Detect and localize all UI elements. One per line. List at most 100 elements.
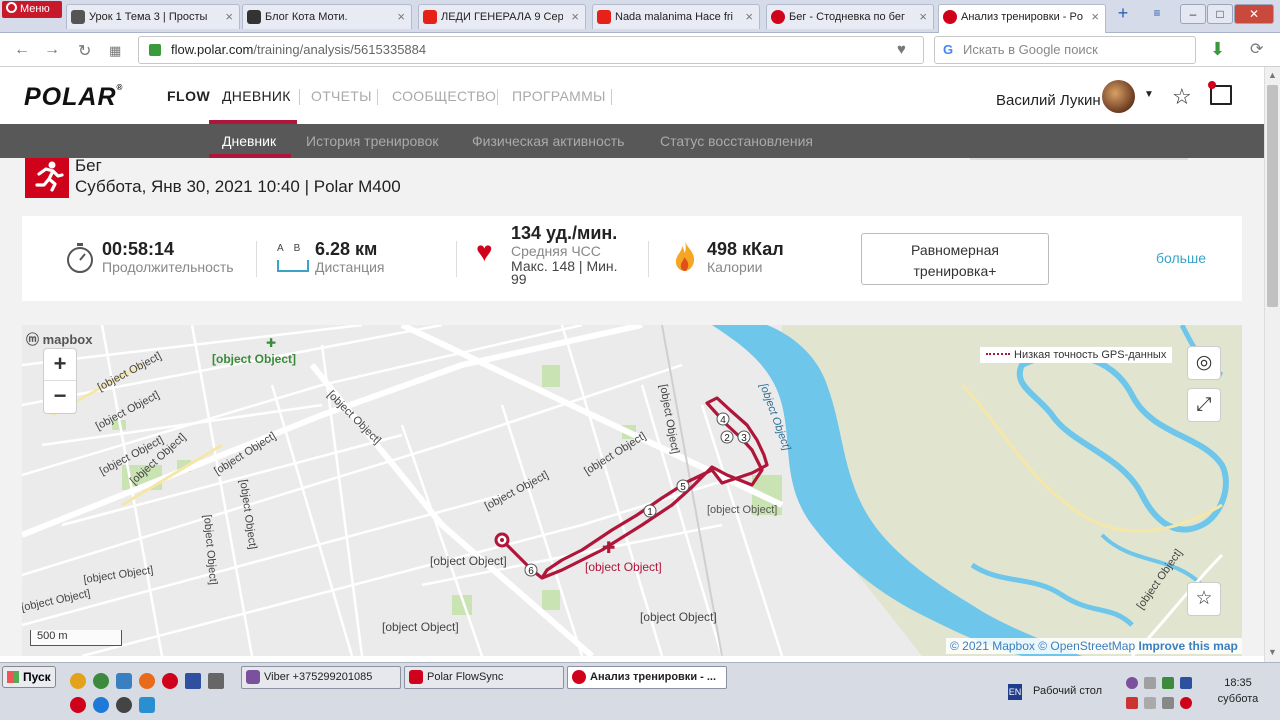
chrome-icon[interactable] — [93, 673, 109, 689]
reload-icon[interactable]: ↻ — [78, 41, 91, 61]
locate-icon[interactable]: ◎ — [1188, 347, 1220, 379]
bookmark-heart-icon[interactable]: ♥ — [897, 42, 915, 57]
zoom-out-button[interactable]: − — [44, 381, 76, 413]
opera-tray-icon[interactable] — [1180, 697, 1192, 709]
tab-menu-icon[interactable]: ≡ — [1144, 4, 1170, 24]
clock[interactable]: 18:35 суббота — [1210, 675, 1266, 707]
map-scale: 500 m — [30, 630, 122, 646]
tray-icon[interactable] — [1162, 677, 1174, 689]
nav-programs[interactable]: ПРОГРАММЫ — [512, 88, 606, 104]
minimize-icon[interactable]: – — [1180, 4, 1206, 24]
taskbar-browser[interactable]: Анализ тренировки - ... — [567, 666, 727, 689]
quicklaunch-icon[interactable] — [116, 673, 132, 689]
forward-icon[interactable]: → — [44, 41, 60, 59]
taskbar-viber[interactable]: Viber +375299201085 — [241, 666, 401, 689]
maximize-icon[interactable]: □ — [1207, 4, 1233, 24]
polar-logo[interactable]: POLAR® — [24, 83, 123, 112]
page-scrollbar[interactable]: ▲ ▼ — [1264, 67, 1280, 662]
download-icon[interactable]: ⬇ — [1210, 39, 1225, 60]
browser-tab[interactable]: Nada malanima Hace fri × — [592, 4, 760, 29]
flame-icon — [674, 240, 696, 277]
session-datetime: Суббота, Янв 30, 2021 10:40 | Polar M400 — [75, 177, 401, 196]
mapbox-logo[interactable]: ⓜ mapbox — [26, 329, 92, 348]
tab-close-icon[interactable]: × — [225, 5, 233, 29]
browser-tab[interactable]: Урок 1 Тема 3 | Просты × — [66, 4, 240, 29]
youtube-icon — [597, 10, 611, 24]
viber-icon — [246, 670, 260, 684]
subnav-history[interactable]: История тренировок — [306, 133, 438, 149]
training-benefit-button[interactable]: Равномерная тренировка+ — [861, 233, 1049, 285]
zoom-in-button[interactable]: + — [44, 349, 76, 381]
viber-tray-icon[interactable] — [1126, 677, 1138, 689]
scroll-thumb[interactable] — [1267, 85, 1278, 307]
tab-close-icon[interactable]: × — [397, 5, 405, 29]
scroll-up-icon[interactable]: ▲ — [1268, 70, 1277, 80]
avatar[interactable] — [1102, 80, 1135, 113]
save-icon[interactable] — [185, 673, 201, 689]
url-field[interactable]: flow.polar.com/training/analysis/5615335… — [138, 36, 924, 64]
mapbox-link[interactable]: © 2021 Mapbox — [950, 639, 1035, 653]
desktop-toolbar[interactable]: Рабочий стол — [1033, 685, 1102, 697]
speed-dial-icon[interactable]: ▦ — [109, 43, 121, 59]
language-indicator[interactable]: EN — [1008, 684, 1022, 700]
map-label: [object Object] — [585, 560, 662, 574]
subnav-activity[interactable]: Физическая активность — [472, 133, 624, 149]
map-attribution: © 2021 Mapbox © OpenStreetMap Improve th… — [946, 638, 1242, 654]
yandex-icon[interactable] — [70, 697, 86, 713]
taskbar-flowsync[interactable]: Polar FlowSync — [404, 666, 564, 689]
back-icon[interactable]: ← — [14, 41, 30, 59]
tab-close-icon[interactable]: × — [745, 5, 753, 29]
notification-dot — [1208, 81, 1216, 89]
nav-divider — [299, 89, 300, 105]
browser-menu-button[interactable]: Меню — [2, 1, 62, 18]
tray-icon[interactable] — [1144, 677, 1156, 689]
tab-close-icon[interactable]: × — [919, 5, 927, 29]
route-map[interactable]: 1 2 3 4 5 6 [object Object] [object Obje… — [22, 325, 1242, 656]
quicklaunch-icon[interactable] — [139, 697, 155, 713]
firefox-icon[interactable] — [139, 673, 155, 689]
search-field[interactable]: G Искать в Google поиск — [934, 36, 1196, 64]
media-player-icon[interactable] — [116, 697, 132, 713]
star-icon[interactable]: ☆ — [1172, 84, 1192, 110]
start-button[interactable]: Пуск — [2, 666, 56, 688]
km-marker: 1 — [647, 507, 653, 518]
nav-reports[interactable]: ОТЧЕТЫ — [311, 88, 372, 104]
more-link[interactable]: больше — [1156, 250, 1206, 266]
browser-tab-active[interactable]: Анализ тренировки - Po × — [938, 4, 1106, 33]
subnav-diary[interactable]: Дневник — [222, 133, 276, 149]
osm-link[interactable]: © OpenStreetMap — [1038, 639, 1135, 653]
tray-icon[interactable] — [1144, 697, 1156, 709]
browser-tab[interactable]: ЛЕДИ ГЕНЕРАЛА 9 Сери × — [418, 4, 586, 29]
nav-community[interactable]: СООБЩЕСТВО — [392, 88, 496, 104]
update-icon[interactable]: ⟳ — [1250, 39, 1263, 59]
browser-tab[interactable]: Бег - Стодневка по бег × — [766, 4, 934, 29]
browser-tab-bar: Меню Урок 1 Тема 3 | Просты × Блог Кота М… — [0, 0, 1280, 33]
subnav-recovery[interactable]: Статус восстановления — [660, 133, 813, 149]
favorite-route-star-icon[interactable]: ☆ — [1188, 583, 1220, 615]
ie-icon[interactable] — [93, 697, 109, 713]
heart-icon: ♥ — [476, 236, 493, 267]
calculator-icon[interactable] — [208, 673, 224, 689]
antivirus-icon[interactable] — [1126, 697, 1138, 709]
distance-label: Дистанция — [315, 259, 385, 275]
tab-close-icon[interactable]: × — [1091, 5, 1099, 29]
close-window-icon[interactable]: ✕ — [1234, 4, 1274, 24]
tab-close-icon[interactable]: × — [571, 5, 579, 29]
scroll-down-icon[interactable]: ▼ — [1268, 647, 1277, 657]
nav-diary[interactable]: ДНЕВНИК — [222, 88, 291, 104]
chevron-down-icon[interactable]: ▼ — [1144, 89, 1154, 100]
hr-avg-label: Средняя ЧСС — [511, 243, 601, 259]
lock-icon — [149, 44, 161, 56]
quicklaunch-icon[interactable] — [70, 673, 86, 689]
volume-icon[interactable] — [1162, 697, 1174, 709]
divider — [256, 241, 257, 277]
opera-icon[interactable] — [162, 673, 178, 689]
network-icon[interactable] — [1180, 677, 1192, 689]
browser-tab[interactable]: Блог Кота Моти. × — [242, 4, 412, 29]
improve-map-link[interactable]: Improve this map — [1138, 639, 1237, 653]
site-header: POLAR® FLOW ДНЕВНИК ОТЧЕТЫ СООБЩЕСТВО ПР… — [0, 67, 1264, 124]
sport-title: Бег — [75, 158, 102, 175]
new-tab-icon[interactable]: + — [1110, 4, 1136, 24]
fullscreen-icon[interactable]: ⤢ — [1188, 389, 1220, 421]
user-name[interactable]: Василий Лукин — [996, 92, 1101, 109]
